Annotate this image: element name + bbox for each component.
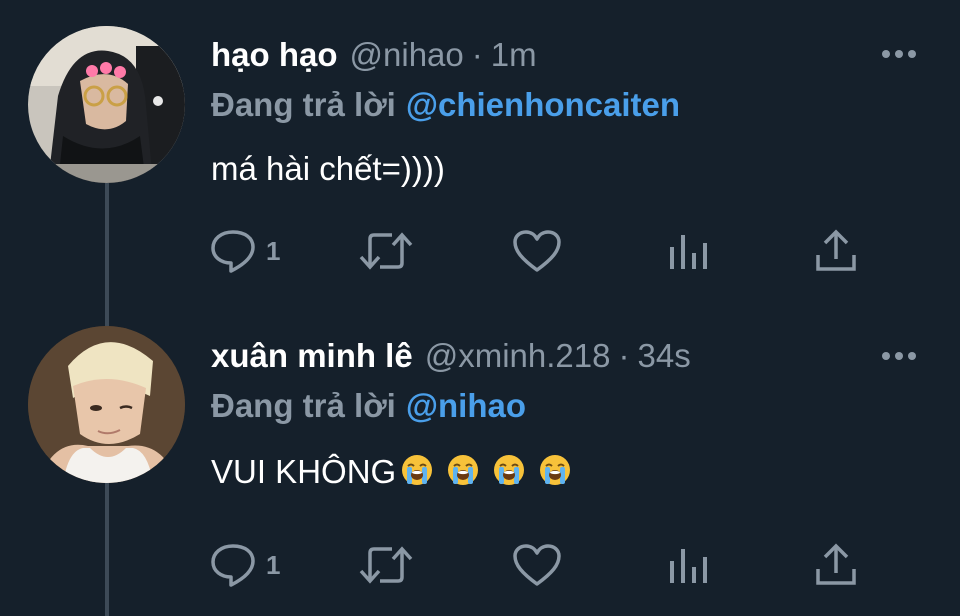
tweet[interactable]: xuân minh lê @xminh.218 · 34s Đang trả l… bbox=[0, 310, 960, 616]
tweet-header: xuân minh lê @xminh.218 · 34s bbox=[211, 337, 691, 375]
replying-to-label: Đang trả lời bbox=[211, 387, 396, 424]
retweet-arrows-icon bbox=[359, 546, 413, 584]
heart-icon bbox=[513, 544, 561, 586]
emoji-row bbox=[396, 453, 572, 490]
avatar[interactable] bbox=[28, 326, 185, 483]
replying-to: Đang trả lời @nihao bbox=[211, 387, 526, 425]
reply-mention-link[interactable]: @nihao bbox=[406, 387, 526, 424]
views-button[interactable] bbox=[666, 540, 710, 590]
reply-mention-link[interactable]: @chienhoncaiten bbox=[406, 86, 680, 123]
share-upload-icon bbox=[816, 543, 856, 585]
separator-dot: · bbox=[471, 36, 483, 73]
retweet-button[interactable] bbox=[358, 540, 414, 590]
share-button[interactable] bbox=[814, 540, 858, 590]
reply-button[interactable]: 1 bbox=[210, 226, 280, 276]
tweet-header: hạo hạo @nihao · 1m bbox=[211, 36, 537, 74]
separator-dot: · bbox=[618, 337, 630, 374]
more-dots-icon[interactable] bbox=[882, 352, 916, 360]
retweet-button[interactable] bbox=[358, 226, 414, 276]
avatar[interactable] bbox=[28, 26, 185, 183]
tweet-actions: 1 bbox=[210, 226, 860, 276]
user-handle[interactable]: @xminh.218 bbox=[425, 337, 611, 375]
loudly-crying-face-icon bbox=[402, 455, 433, 485]
reply-button[interactable]: 1 bbox=[210, 540, 280, 590]
retweet-arrows-icon bbox=[359, 232, 413, 270]
heart-icon bbox=[513, 230, 561, 272]
user-handle[interactable]: @nihao bbox=[350, 36, 464, 74]
replying-to: Đang trả lời @chienhoncaiten bbox=[211, 86, 680, 124]
replying-to-label: Đang trả lời bbox=[211, 86, 396, 123]
tweet-actions: 1 bbox=[210, 540, 860, 590]
tweet-text-content: VUI KHÔNG bbox=[211, 453, 397, 490]
tweet-text: VUI KHÔNG bbox=[211, 453, 572, 491]
views-button[interactable] bbox=[666, 226, 710, 276]
tweet[interactable]: hạo hạo @nihao · 1m Đang trả lời @chienho… bbox=[0, 0, 960, 310]
like-button[interactable] bbox=[512, 226, 562, 276]
tweet-text: má hài chết=)))) bbox=[211, 150, 445, 187]
display-name[interactable]: hạo hạo bbox=[211, 36, 338, 74]
share-upload-icon bbox=[816, 229, 856, 271]
timestamp[interactable]: 34s bbox=[637, 337, 690, 375]
display-name[interactable]: xuân minh lê bbox=[211, 337, 413, 375]
like-button[interactable] bbox=[512, 540, 562, 590]
loudly-crying-face-icon bbox=[448, 455, 479, 485]
loudly-crying-face-icon bbox=[540, 455, 571, 485]
loudly-crying-face-icon bbox=[494, 455, 525, 485]
share-button[interactable] bbox=[814, 226, 858, 276]
timestamp[interactable]: 1m bbox=[491, 36, 537, 74]
bar-chart-icon bbox=[670, 235, 707, 269]
speech-bubble-icon bbox=[211, 544, 255, 587]
more-dots-icon[interactable] bbox=[882, 50, 916, 58]
bar-chart-icon bbox=[670, 549, 707, 583]
reply-count: 1 bbox=[266, 549, 281, 580]
speech-bubble-icon bbox=[211, 230, 255, 273]
reply-count: 1 bbox=[266, 235, 281, 266]
